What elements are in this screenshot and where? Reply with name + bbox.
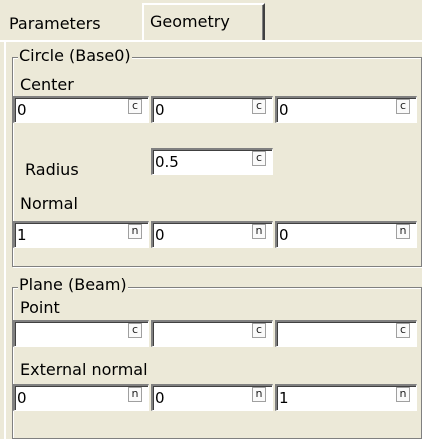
external-normal-x-field[interactable]: 0 n [13, 384, 149, 411]
center-label: Center [20, 75, 74, 94]
radius-unit-icon[interactable]: c [252, 151, 266, 166]
point-label: Point [20, 298, 60, 317]
point-x-unit-icon[interactable]: c [128, 323, 142, 338]
external-normal-label: External normal [20, 360, 148, 379]
external-normal-y-unit-icon[interactable]: n [252, 387, 266, 402]
center-z-unit-icon[interactable]: c [396, 99, 410, 114]
normal-y-unit-icon[interactable]: n [252, 224, 266, 239]
center-x-value: 0 [17, 101, 27, 119]
center-y-field[interactable]: 0 c [151, 96, 273, 123]
center-x-unit-icon[interactable]: c [128, 99, 142, 114]
external-normal-x-value: 0 [17, 389, 27, 407]
point-y-field[interactable]: c [151, 320, 273, 347]
normal-z-field[interactable]: 0 n [275, 221, 417, 248]
external-normal-y-value: 0 [155, 389, 165, 407]
circle-group-title: Circle (Base0) [18, 46, 132, 65]
tab-geometry[interactable]: Geometry [142, 3, 265, 41]
center-x-field[interactable]: 0 c [13, 96, 149, 123]
plane-group-title: Plane (Beam) [18, 275, 128, 294]
normal-x-value: 1 [17, 226, 27, 244]
external-normal-x-unit-icon[interactable]: n [128, 387, 142, 402]
point-y-unit-icon[interactable]: c [252, 323, 266, 338]
center-y-value: 0 [155, 101, 165, 119]
center-y-unit-icon[interactable]: c [252, 99, 266, 114]
normal-x-unit-icon[interactable]: n [128, 224, 142, 239]
normal-x-field[interactable]: 1 n [13, 221, 149, 248]
normal-z-value: 0 [279, 226, 289, 244]
external-normal-z-unit-icon[interactable]: n [396, 387, 410, 402]
point-z-unit-icon[interactable]: c [396, 323, 410, 338]
normal-z-unit-icon[interactable]: n [396, 224, 410, 239]
radius-label: Radius [25, 160, 79, 179]
center-z-value: 0 [279, 101, 289, 119]
tab-panel-border-left [4, 40, 6, 439]
external-normal-z-field[interactable]: 1 n [275, 384, 417, 411]
external-normal-z-value: 1 [279, 389, 289, 407]
tab-parameters[interactable]: Parameters [5, 9, 147, 40]
normal-y-field[interactable]: 0 n [151, 221, 273, 248]
radius-field[interactable]: 0.5 c [151, 148, 273, 175]
tab-bar: Parameters Geometry [0, 0, 422, 41]
normal-label: Normal [20, 194, 78, 213]
tab-panel-border [0, 40, 422, 42]
center-z-field[interactable]: 0 c [275, 96, 417, 123]
radius-value: 0.5 [155, 153, 179, 171]
normal-y-value: 0 [155, 226, 165, 244]
point-x-field[interactable]: c [13, 320, 149, 347]
point-z-field[interactable]: c [275, 320, 417, 347]
external-normal-y-field[interactable]: 0 n [151, 384, 273, 411]
